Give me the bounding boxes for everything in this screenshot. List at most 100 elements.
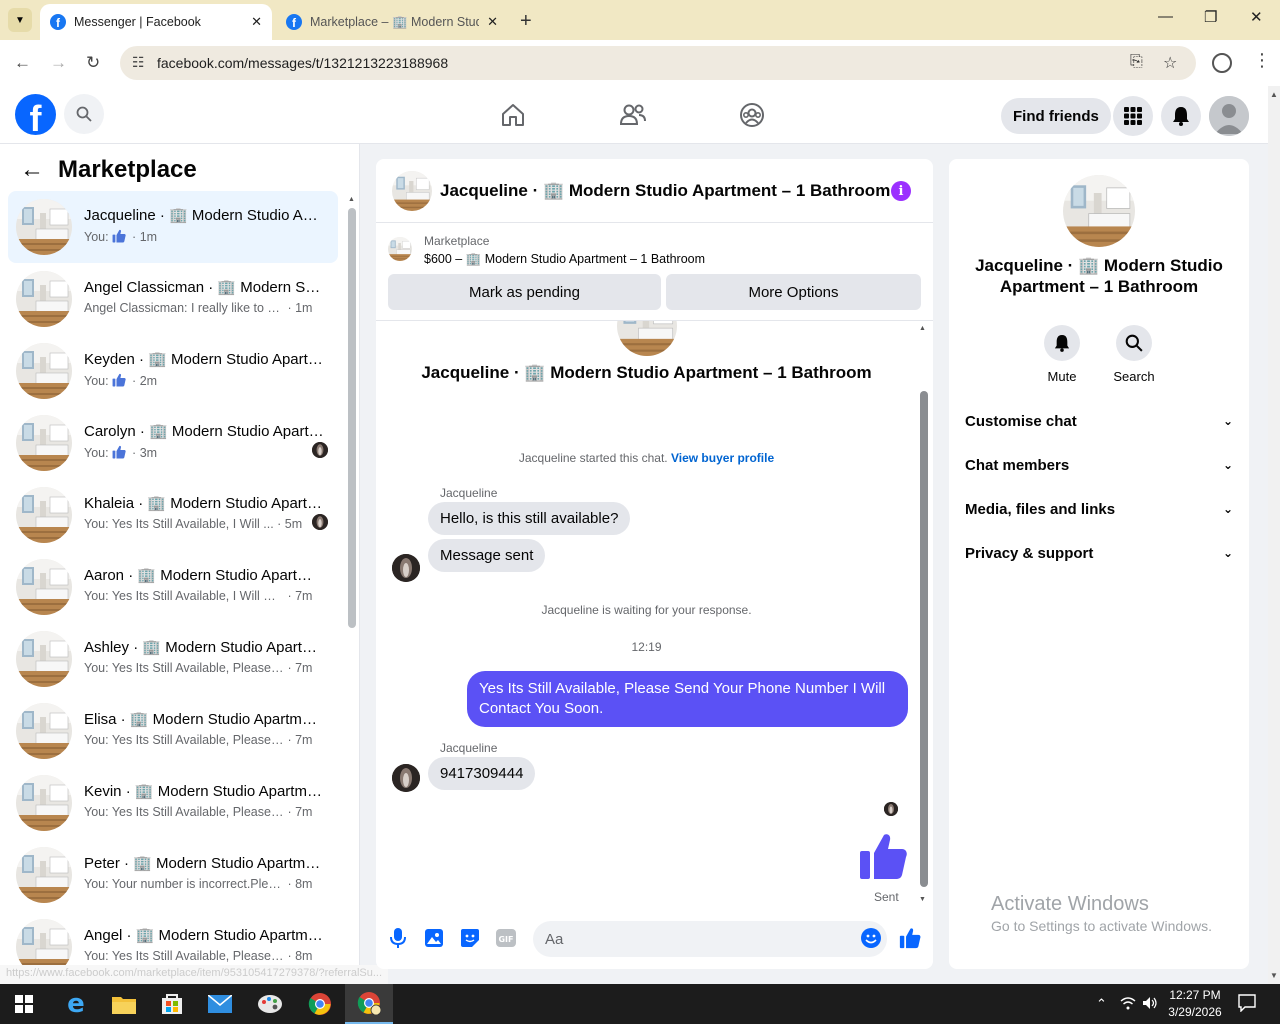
notifications-bell-icon[interactable] xyxy=(1161,96,1201,136)
taskbar-clock[interactable]: 12:27 PM 3/29/2026 xyxy=(1162,987,1228,1021)
incoming-message[interactable]: Hello, is this still available? xyxy=(428,502,631,535)
section-label: Chat members xyxy=(965,456,1070,474)
omnibox[interactable]: ☷ facebook.com/messages/t/13212132231889… xyxy=(120,46,1196,80)
conversation-item[interactable]: Angel Classicman · 🏢 Modern Studio Apart… xyxy=(8,263,338,335)
find-friends-button[interactable]: Find friends xyxy=(1001,98,1111,134)
conversation-preview: You: · 2m xyxy=(84,373,158,388)
microphone-icon[interactable] xyxy=(387,927,409,949)
tab-marketplace[interactable]: f Marketplace – 🏢 Modern Studio ✕ xyxy=(276,4,508,40)
mute-button[interactable]: Mute xyxy=(1032,325,1092,384)
new-tab-icon[interactable]: + xyxy=(520,10,532,33)
edge-browser-icon[interactable]: e xyxy=(52,984,100,1024)
account-avatar[interactable] xyxy=(1209,96,1249,136)
notification-center-icon[interactable] xyxy=(1238,994,1256,1015)
conversation-list: Jacqueline · 🏢 Modern Studio Apartment –… xyxy=(8,191,338,983)
sent-like-icon[interactable] xyxy=(858,831,908,884)
menu-grid-icon[interactable] xyxy=(1113,96,1153,136)
chrome-icon[interactable] xyxy=(296,984,344,1024)
search-icon[interactable] xyxy=(64,94,104,134)
incoming-message[interactable]: 9417309444 xyxy=(428,757,536,790)
close-tab-icon[interactable]: ✕ xyxy=(487,14,498,30)
windows-start-icon[interactable] xyxy=(0,984,48,1024)
emoji-icon[interactable] xyxy=(860,927,882,949)
tab-search-chevron-icon[interactable]: ▼ xyxy=(8,8,32,32)
incoming-message[interactable]: Message sent xyxy=(428,539,546,572)
chat-members-section[interactable]: Chat members ⌄ xyxy=(957,443,1241,487)
conversation-item[interactable]: Jacqueline · 🏢 Modern Studio Apartment –… xyxy=(8,191,338,263)
preview-time: 7m xyxy=(295,661,313,675)
media-files-links-section[interactable]: Media, files and links ⌄ xyxy=(957,487,1241,531)
friends-icon[interactable] xyxy=(618,100,648,130)
chat-thumbnail[interactable] xyxy=(392,171,432,211)
conversation-item[interactable]: Keyden · 🏢 Modern Studio Apartment – 1 B… xyxy=(8,335,338,407)
info-thumbnail[interactable] xyxy=(1063,175,1135,247)
marketplace-listing-bar: Marketplace $600 – 🏢 Modern Studio Apart… xyxy=(376,223,933,321)
conversation-item[interactable]: Khaleia · 🏢 Modern Studio Apartment – 1 … xyxy=(8,479,338,551)
sidebar-scrollbar[interactable]: ▲▼ xyxy=(347,196,357,976)
conversation-item[interactable]: Peter · 🏢 Modern Studio Apartment – 1 Ba… xyxy=(8,839,338,911)
volume-icon[interactable] xyxy=(1142,996,1158,1013)
conversation-name: Peter · 🏢 Modern Studio Apartment – 1 Ba… xyxy=(84,855,324,872)
sender-avatar[interactable] xyxy=(392,554,420,582)
facebook-logo-icon[interactable]: f xyxy=(15,94,56,135)
message-input[interactable] xyxy=(533,921,887,957)
conversation-item[interactable]: Kevin · 🏢 Modern Studio Apartment – 1 Ba… xyxy=(8,767,338,839)
close-tab-icon[interactable]: ✕ xyxy=(251,14,262,30)
chrome-profile-icon[interactable] xyxy=(345,984,393,1024)
browser-profile-icon[interactable] xyxy=(1212,53,1232,73)
chevron-down-icon: ⌄ xyxy=(1222,546,1233,560)
home-icon[interactable] xyxy=(498,100,528,130)
tray-chevron-up-icon[interactable]: ⌃ xyxy=(1096,996,1107,1012)
conversation-name: Keyden · 🏢 Modern Studio Apartment – 1 B… xyxy=(84,351,324,368)
customise-chat-section[interactable]: Customise chat ⌄ xyxy=(957,399,1241,443)
conversation-item[interactable]: Aaron · 🏢 Modern Studio Apartment – 1 Ba… xyxy=(8,551,338,623)
listing-summary[interactable]: $600 – 🏢 Modern Studio Apartment – 1 Bat… xyxy=(424,252,705,267)
gif-icon[interactable]: GIF xyxy=(495,927,517,949)
preview-time: 8m xyxy=(295,949,313,963)
url-text[interactable]: facebook.com/messages/t/1321213223188968 xyxy=(157,55,448,71)
site-settings-icon[interactable]: ☷ xyxy=(132,54,145,71)
close-window-icon[interactable]: ✕ xyxy=(1250,8,1263,26)
wifi-icon[interactable] xyxy=(1120,996,1136,1013)
mark-as-pending-button[interactable]: Mark as pending xyxy=(388,274,661,310)
paint-app-icon[interactable] xyxy=(246,984,294,1024)
conversation-name: Angel Classicman · 🏢 Modern Studio Apart… xyxy=(84,279,324,296)
browser-menu-icon[interactable]: ⋮ xyxy=(1253,50,1271,71)
install-app-icon[interactable]: ⎘ xyxy=(1130,53,1143,71)
search-icon[interactable] xyxy=(1116,325,1152,361)
view-buyer-profile-link[interactable]: View buyer profile xyxy=(671,451,774,465)
minimize-icon[interactable]: — xyxy=(1158,8,1173,25)
file-explorer-icon[interactable] xyxy=(100,984,148,1024)
tab-messenger[interactable]: f Messenger | Facebook ✕ xyxy=(40,4,272,40)
listing-thumbnail[interactable] xyxy=(388,237,412,261)
back-icon[interactable]: ← xyxy=(14,53,31,73)
sticker-icon[interactable] xyxy=(459,927,481,949)
forward-icon[interactable]: → xyxy=(50,53,67,73)
privacy-support-section[interactable]: Privacy & support ⌄ xyxy=(957,531,1241,575)
mail-icon[interactable] xyxy=(196,984,244,1024)
sender-name: Jacqueline xyxy=(440,486,498,500)
sender-avatar[interactable] xyxy=(392,764,420,792)
back-arrow-icon[interactable]: ← xyxy=(20,156,44,184)
chat-scrollbar[interactable]: ▲ ▼ xyxy=(918,325,928,903)
restore-icon[interactable]: ❐ xyxy=(1204,8,1217,26)
conversation-item[interactable]: Ashley · 🏢 Modern Studio Apartment – 1 B… xyxy=(8,623,338,695)
like-icon[interactable] xyxy=(899,927,921,949)
conversation-sidebar: ← Marketplace Jacqueline · 🏢 Modern Stud… xyxy=(0,144,360,984)
bookmark-star-icon[interactable]: ☆ xyxy=(1163,53,1177,73)
more-options-button[interactable]: More Options xyxy=(666,274,921,310)
mute-bell-icon[interactable] xyxy=(1044,325,1080,361)
conversation-item[interactable]: Elisa · 🏢 Modern Studio Apartment – 1 Ba… xyxy=(8,695,338,767)
conversation-item[interactable]: Carolyn · 🏢 Modern Studio Apartment – 1 … xyxy=(8,407,338,479)
store-icon[interactable] xyxy=(148,984,196,1024)
reload-icon[interactable]: ↻ xyxy=(86,53,100,73)
info-icon[interactable]: i xyxy=(891,181,911,201)
conversation-preview: You: Yes Its Still Available, Please S..… xyxy=(84,805,313,819)
outgoing-message[interactable]: Yes Its Still Available, Please Send You… xyxy=(467,671,908,727)
search-button[interactable]: Search xyxy=(1104,325,1164,384)
page-scrollbar[interactable]: ▲ ▼ xyxy=(1268,86,1280,984)
listing-thumbnail xyxy=(16,847,72,903)
groups-icon[interactable] xyxy=(737,100,767,130)
chat-title[interactable]: Jacqueline · 🏢 Modern Studio Apartment –… xyxy=(440,181,890,201)
photo-icon[interactable] xyxy=(423,927,445,949)
